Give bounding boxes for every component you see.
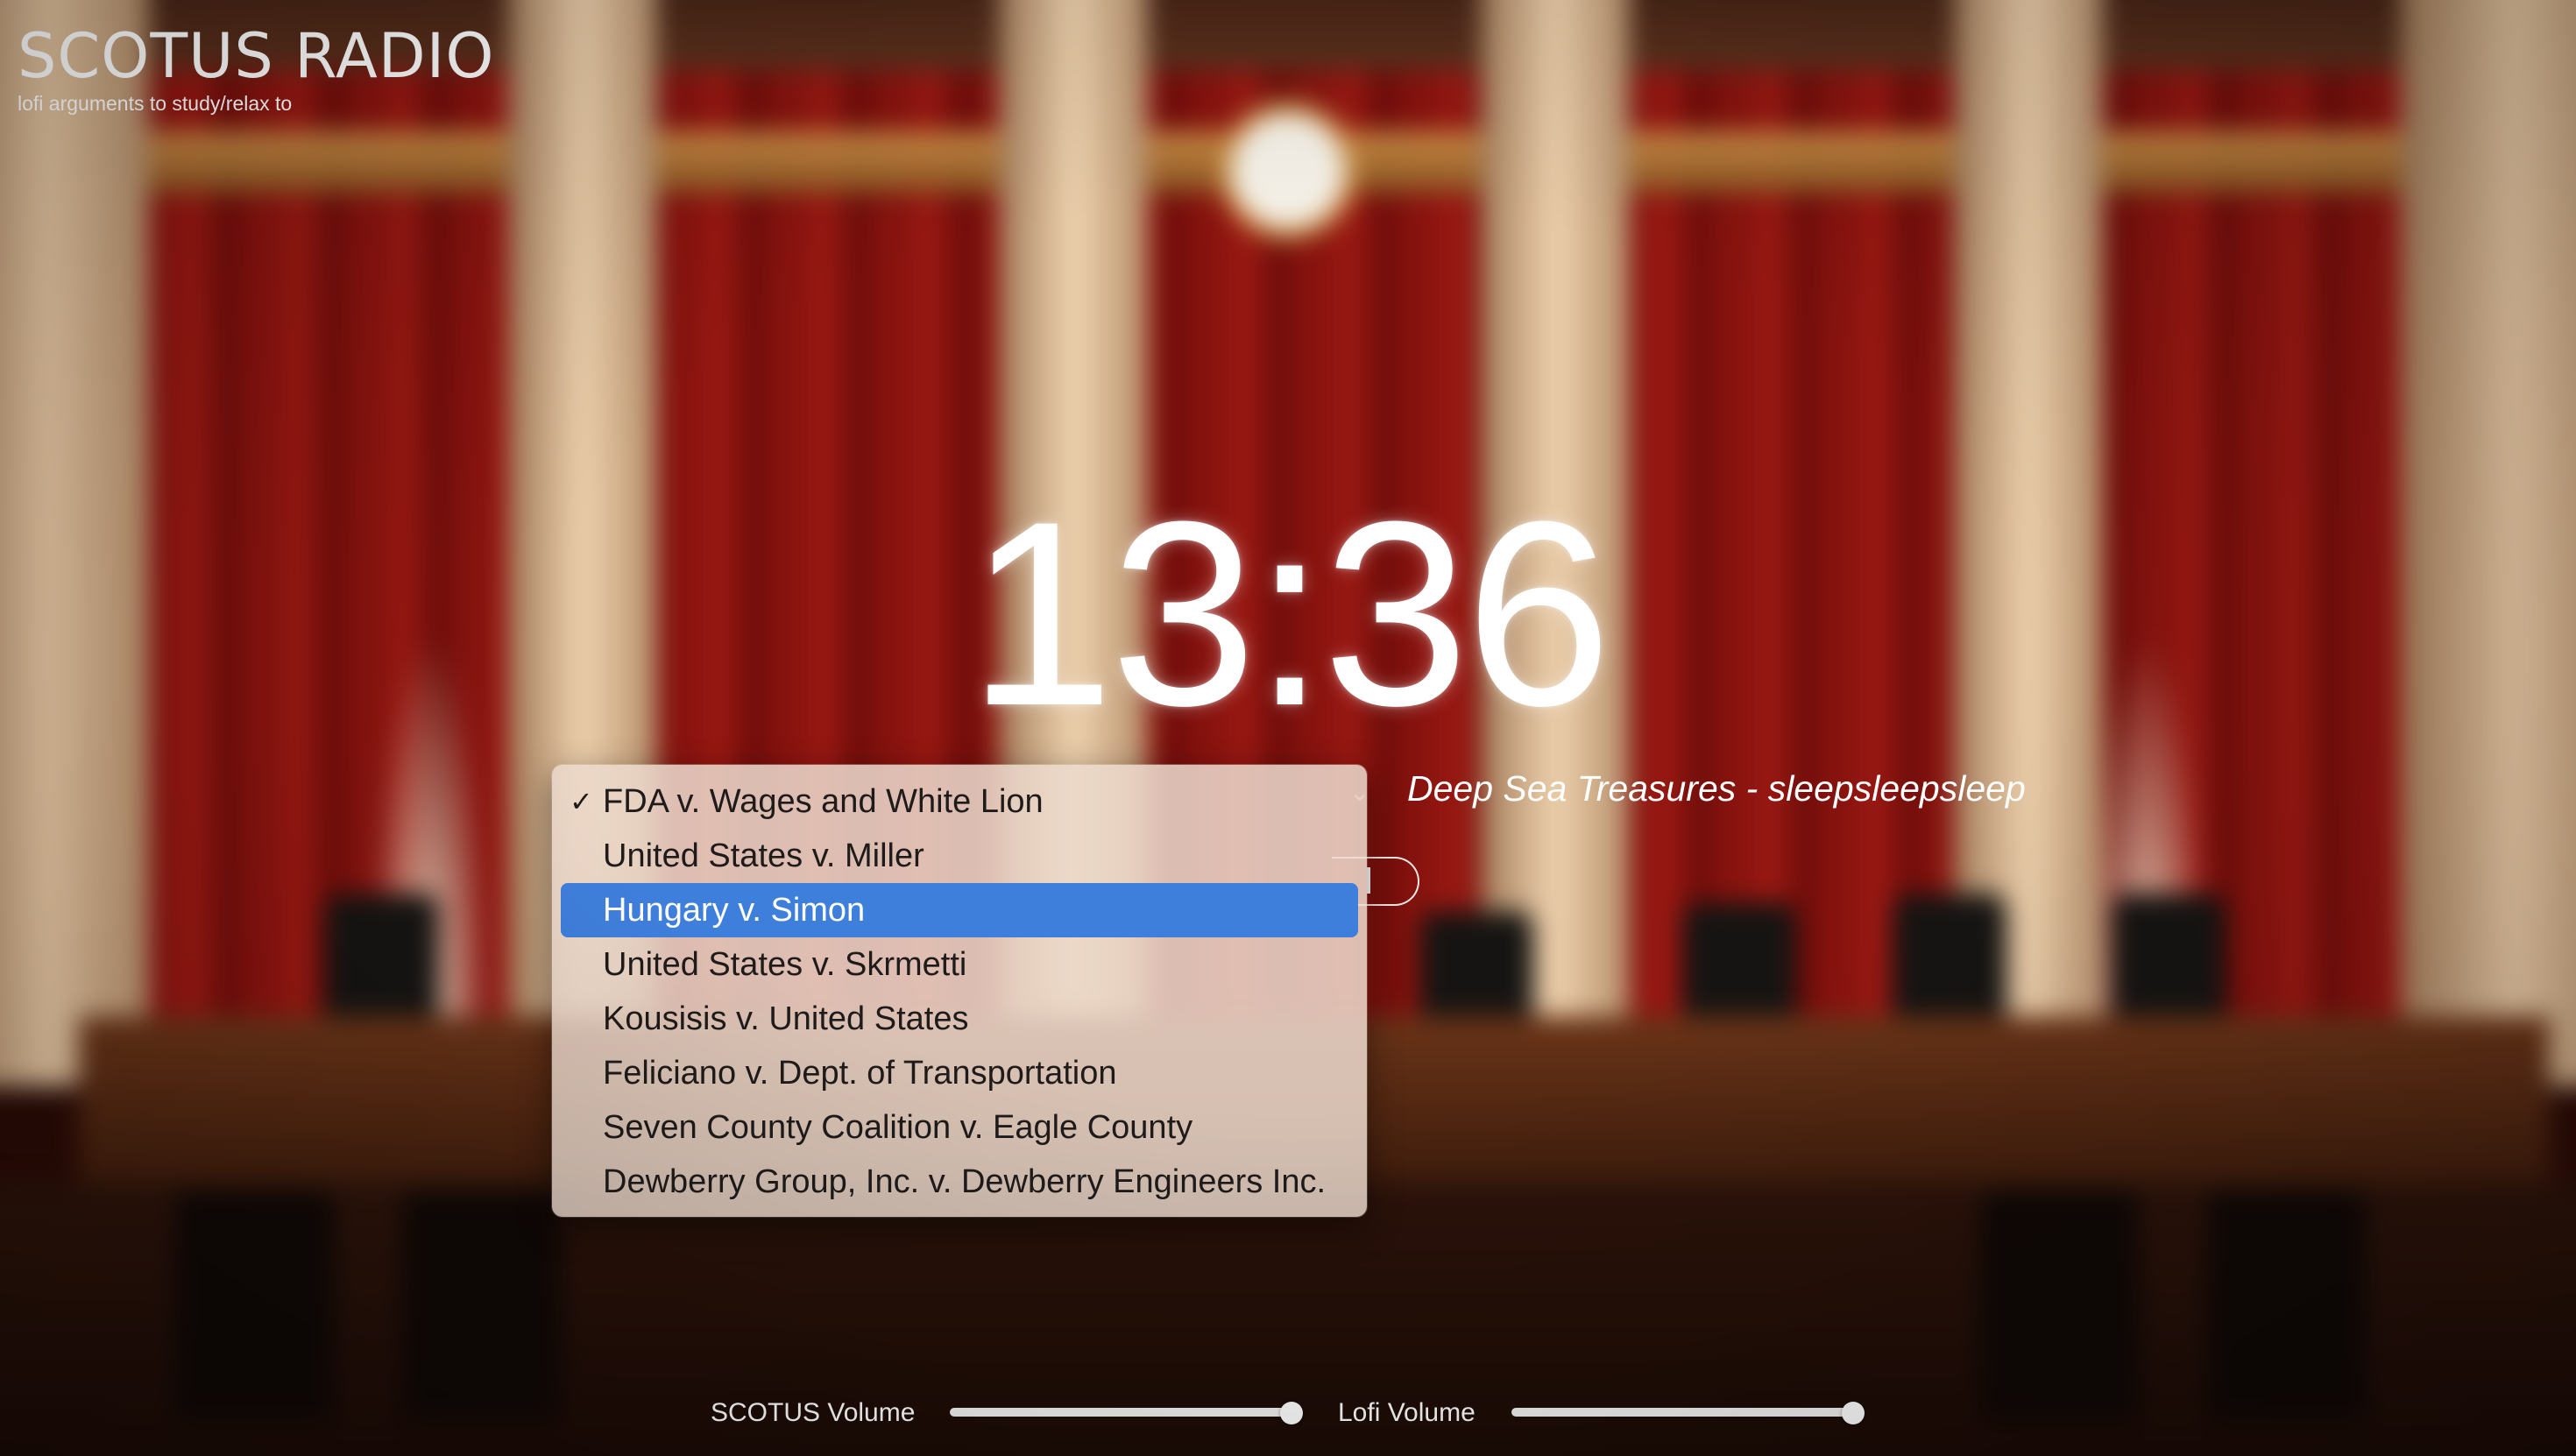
app-subtitle: lofi arguments to study/relax to	[18, 92, 293, 115]
menu-option-label: Dewberry Group, Inc. v. Dewberry Enginee…	[603, 1163, 1327, 1200]
scotus-volume-slider[interactable]	[950, 1402, 1303, 1424]
menu-option[interactable]: Seven County Coalition v. Eagle County	[561, 1100, 1358, 1155]
menu-option[interactable]: ✓ FDA v. Wages and White Lion	[561, 774, 1358, 829]
pause-icon	[1367, 867, 1370, 894]
menu-option-label: FDA v. Wages and White Lion	[603, 783, 1044, 820]
menu-option-label: Kousisis v. United States	[603, 1000, 969, 1037]
app-title: SCOTUS RADIO	[18, 20, 495, 92]
menu-option-label: Seven County Coalition v. Eagle County	[603, 1109, 1193, 1146]
menu-option[interactable]: United States v. Miller	[561, 829, 1358, 883]
lofi-volume-thumb[interactable]	[1842, 1402, 1865, 1424]
scotus-volume-label: SCOTUS Volume	[711, 1398, 916, 1427]
brand: SCOTUS RADIO lofi arguments to study/rel…	[18, 21, 494, 116]
menu-option[interactable]: United States v. Skrmetti	[561, 937, 1358, 992]
clock-display: 13:36	[967, 466, 1612, 760]
app-window: SCOTUS RADIO lofi arguments to study/rel…	[0, 0, 2576, 1456]
lofi-volume-label: Lofi Volume	[1338, 1398, 1476, 1427]
scotus-volume-thumb[interactable]	[1280, 1402, 1303, 1424]
now-playing-track: Deep Sea Treasures - sleepsleepsleep	[1407, 768, 2026, 809]
menu-option[interactable]: Feliciano v. Dept. of Transportation	[561, 1046, 1358, 1100]
menu-option-label: United States v. Miller	[603, 838, 924, 874]
menu-option[interactable]: Dewberry Group, Inc. v. Dewberry Enginee…	[561, 1155, 1358, 1209]
menu-option-label: Hungary v. Simon	[603, 892, 866, 929]
checkmark-icon: ✓	[570, 786, 593, 817]
menu-option[interactable]: Hungary v. Simon	[561, 883, 1358, 937]
menu-option[interactable]: Kousisis v. United States	[561, 992, 1358, 1046]
menu-option-label: Feliciano v. Dept. of Transportation	[603, 1055, 1117, 1092]
menu-option-label: United States v. Skrmetti	[603, 946, 967, 983]
case-select-menu[interactable]: ✓ FDA v. Wages and White Lion United State…	[552, 765, 1367, 1217]
lofi-volume-slider[interactable]	[1511, 1402, 1865, 1424]
